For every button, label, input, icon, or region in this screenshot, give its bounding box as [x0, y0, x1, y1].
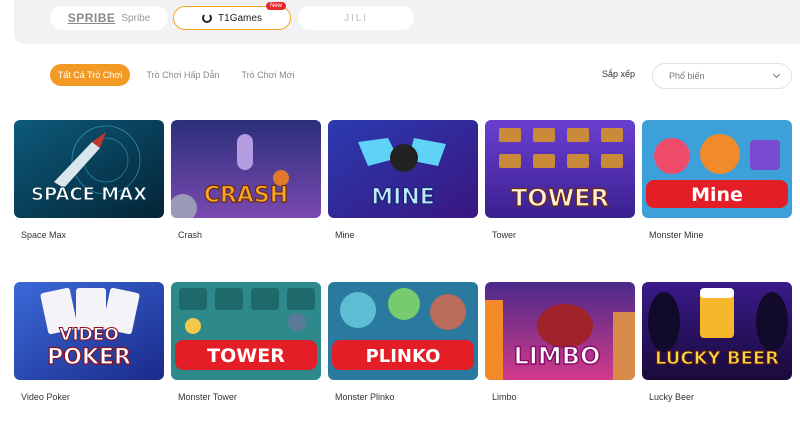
sort-dropdown[interactable]: Phổ biến	[652, 63, 792, 89]
game-name: Video Poker	[21, 392, 70, 402]
game-card-video-poker[interactable]: VIDEO POKER Video Poker	[14, 282, 164, 402]
game-name: Crash	[178, 230, 203, 240]
game-art-title: CRASH	[204, 183, 288, 208]
sort-value: Phổ biến	[669, 71, 705, 81]
game-name: Limbo	[492, 392, 517, 402]
game-thumbnail[interactable]: PLINKO	[328, 282, 478, 380]
game-thumbnail[interactable]: LUCKY BEER	[642, 282, 792, 380]
game-name: Tower	[492, 230, 517, 240]
game-name: Lucky Beer	[649, 392, 695, 402]
game-art-title: PLINKO	[366, 346, 441, 367]
sort-label: Sắp xếp	[602, 69, 636, 79]
game-card-monster-plinko[interactable]: PLINKO Monster Plinko	[328, 282, 478, 402]
game-card-lucky-beer[interactable]: LUCKY BEER Lucky Beer	[642, 282, 792, 402]
spribe-logo: SPRIBE	[67, 11, 116, 25]
game-art-title: Mine	[691, 184, 743, 206]
game-card-crash[interactable]: CRASH Crash	[171, 120, 321, 240]
tab-hot-games[interactable]: Trò Chơi Hấp Dẫn	[138, 64, 228, 86]
game-art-title: LUCKY BEER	[655, 348, 779, 369]
game-name: Monster Plinko	[335, 392, 395, 402]
provider-bar: SPRIBE Spribe T1Games New JILI	[14, 0, 800, 44]
provider-jili[interactable]: JILI	[298, 6, 414, 30]
game-thumbnail[interactable]: MINE	[328, 120, 478, 218]
provider-label: JILI	[343, 12, 369, 24]
provider-spribe[interactable]: SPRIBE Spribe	[50, 6, 168, 30]
game-card-monster-tower[interactable]: TOWER Monster Tower	[171, 282, 321, 402]
game-thumbnail[interactable]: LIMBO	[485, 282, 635, 380]
tab-new-games[interactable]: Trò Chơi Mới	[232, 64, 304, 86]
game-card-space-max[interactable]: SPACE MAX Space Max	[14, 120, 164, 240]
game-thumbnail[interactable]: TOWER	[171, 282, 321, 380]
tab-all-games[interactable]: Tất Cả Trò Chơi	[50, 64, 130, 86]
game-art-title: LIMBO	[514, 342, 601, 370]
provider-label: Spribe	[121, 12, 151, 24]
game-card-mine[interactable]: MINE Mine	[328, 120, 478, 240]
game-card-monster-mine[interactable]: Mine Monster Mine	[642, 120, 792, 240]
game-name: Mine	[335, 230, 355, 240]
game-card-limbo[interactable]: LIMBO Limbo	[485, 282, 635, 402]
new-badge: New	[265, 2, 286, 10]
game-art-title: TOWER	[207, 345, 285, 367]
game-name: Monster Tower	[178, 392, 237, 402]
chevron-down-icon	[772, 70, 781, 79]
game-name: Monster Mine	[649, 230, 704, 240]
game-thumbnail[interactable]: TOWER	[485, 120, 635, 218]
game-thumbnail[interactable]: VIDEO POKER	[14, 282, 164, 380]
provider-label: T1Games	[218, 12, 262, 24]
category-tabs: Tất Cả Trò Chơi Trò Chơi Hấp Dẫn Trò Chơ…	[0, 63, 800, 89]
game-thumbnail[interactable]: CRASH	[171, 120, 321, 218]
provider-t1games[interactable]: T1Games New	[173, 2, 291, 30]
game-art-title: MINE	[371, 185, 435, 210]
game-art-title-1: VIDEO	[59, 325, 119, 345]
game-art-title: SPACE MAX	[31, 184, 147, 205]
game-thumbnail[interactable]: SPACE MAX	[14, 120, 164, 218]
game-name: Space Max	[21, 230, 67, 240]
game-card-tower[interactable]: TOWER Tower	[485, 120, 635, 240]
t1games-logo-icon	[202, 13, 213, 23]
game-art-title: TOWER	[511, 184, 609, 212]
game-art-title-2: POKER	[47, 345, 131, 370]
game-thumbnail[interactable]: Mine	[642, 120, 792, 218]
